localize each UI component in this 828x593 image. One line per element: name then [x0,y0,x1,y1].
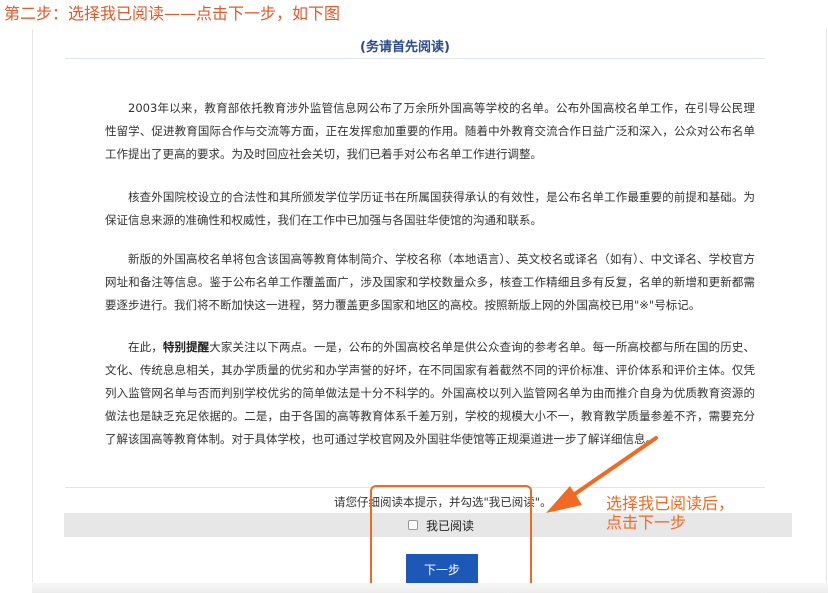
notice-title: (务请首先阅读) [360,40,450,55]
title-divider [65,58,765,59]
notice-paragraph-1: 2003年以来，教育部依托教育涉外监管信息网公布了万余所外国高等学校的名单。公布… [105,101,755,161]
annotation-line-1: 选择我已阅读后， [606,494,735,513]
annotation-line-2: 点击下一步 [606,513,687,532]
read-prompt: 请您仔细阅读本提示，并勾选"我已阅读"。 [334,495,552,509]
notice-paragraph-4: 在此，特别提醒大家关注以下两点。一是，公布的外国高校名单是供公众查询的参考名单。… [105,336,755,451]
notice-paragraph-4-body: 大家关注以下两点。一是，公布的外国高校名单是供公众查询的参考名单。每一所高校都与… [105,340,755,446]
content-divider [65,487,765,488]
annotation-text: 选择我已阅读后， 点击下一步 [606,494,734,532]
notice-paragraph-3: 新版的外国高校名单将包含该国高等教育体制简介、学校名称（本地语言）、英文校名或译… [105,252,755,312]
agree-checkbox[interactable] [408,520,418,530]
notice-paragraph-4-lead: 在此， [128,340,163,354]
special-reminder-emphasis: 特别提醒 [162,340,210,354]
agree-checkbox-row[interactable]: 我已阅读 [408,517,474,533]
bottom-edge [32,583,828,593]
next-step-button[interactable]: 下一步 [406,554,478,584]
agree-checkbox-label[interactable]: 我已阅读 [426,517,474,534]
step-caption: 第二步：选择我已阅读——点击下一步，如下图 [4,4,341,23]
notice-paragraph-2: 核查外国院校设立的合法性和其所颁发学位学历证书在所属国获得承认的有效性，是公布名… [105,190,755,227]
